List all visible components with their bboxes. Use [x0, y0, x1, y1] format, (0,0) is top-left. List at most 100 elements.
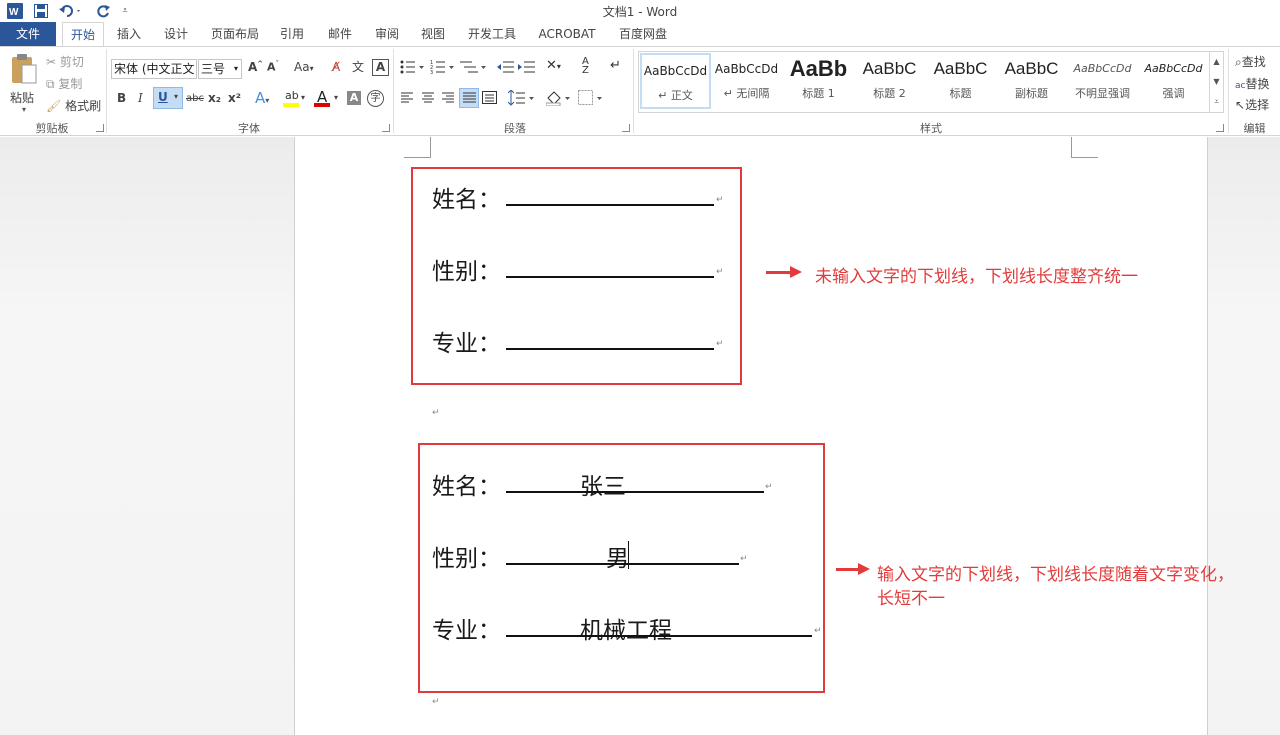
style-subtle-emphasis[interactable]: AaBbCcDd 不明显强调: [1067, 53, 1138, 109]
chevron-down-icon[interactable]: ▼: [1210, 72, 1223, 92]
copy-label: 复制: [58, 77, 83, 91]
strikethrough-button[interactable]: abc: [186, 93, 204, 104]
multilevel-list-icon[interactable]: [460, 59, 488, 75]
ribbon-tabs: 文件 开始 插入 设计 页面布局 引用 邮件 审阅 视图 开发工具 ACROBA…: [0, 22, 1280, 46]
field-label: 专业：: [432, 331, 501, 357]
text-effects-icon[interactable]: A▾: [255, 89, 269, 107]
tab-view[interactable]: 视图: [413, 22, 453, 46]
arrow-head-icon: [790, 266, 802, 278]
style-preview: AaBbC: [862, 59, 917, 78]
clear-formatting-icon[interactable]: A̸: [332, 60, 340, 74]
justify-icon[interactable]: [459, 88, 479, 108]
cut-label: 剪切: [59, 55, 84, 69]
tab-review[interactable]: 审阅: [367, 22, 407, 46]
character-border-icon[interactable]: A: [372, 59, 389, 76]
gender-underline[interactable]: [506, 563, 739, 565]
font-name-value: 宋体 (中文正文: [114, 62, 195, 76]
chinese-layout-icon[interactable]: ✕▾: [546, 58, 572, 76]
font-name-select[interactable]: 宋体 (中文正文: [111, 59, 197, 79]
increase-indent-icon[interactable]: [518, 59, 536, 75]
replace-button[interactable]: ac替换: [1235, 75, 1269, 92]
borders-icon[interactable]: [578, 90, 606, 106]
select-button[interactable]: ↖选择: [1235, 96, 1269, 113]
style-no-spacing[interactable]: AaBbCcDd ↵ 无间隔: [711, 53, 782, 109]
cut-button[interactable]: ✂ 剪切: [46, 53, 84, 70]
tab-references[interactable]: 引用: [272, 22, 312, 46]
subscript-button[interactable]: x₂: [208, 91, 221, 105]
style-title[interactable]: AaBbC 标题: [925, 53, 996, 109]
distributed-icon[interactable]: [482, 91, 498, 105]
align-center-icon[interactable]: [421, 91, 437, 105]
numbering-icon[interactable]: 123: [430, 59, 456, 76]
style-name: 标题 2: [873, 87, 906, 100]
paintbrush-icon: 🖌: [46, 99, 62, 113]
styles-scroll[interactable]: ▲ ▼ ⩡: [1209, 52, 1223, 112]
divider: [633, 49, 634, 133]
align-right-icon[interactable]: [441, 91, 457, 105]
gender-underline[interactable]: [506, 276, 714, 278]
styles-launcher-icon[interactable]: [1216, 124, 1224, 132]
paragraph-mark: ↵: [716, 267, 724, 277]
style-emphasis[interactable]: AaBbCcDd 强调: [1138, 53, 1209, 109]
tab-developer[interactable]: 开发工具: [460, 22, 524, 46]
style-heading-2[interactable]: AaBbC 标题 2: [854, 53, 925, 109]
paste-button[interactable]: 粘贴 ▾: [8, 53, 44, 117]
shrink-font-icon[interactable]: Aˇ: [267, 60, 279, 74]
replace-label: 替换: [1245, 77, 1270, 91]
tab-acrobat[interactable]: ACROBAT: [532, 22, 602, 46]
phonetic-guide-icon[interactable]: 文: [352, 58, 364, 75]
change-case-icon[interactable]: Aa▾: [294, 60, 314, 74]
font-launcher-icon[interactable]: [382, 124, 390, 132]
paragraph-mark: ↵: [740, 554, 748, 564]
tab-file[interactable]: 文件: [0, 22, 56, 46]
crop-mark: [404, 137, 431, 158]
tab-layout[interactable]: 页面布局: [204, 22, 266, 46]
tab-mailings[interactable]: 邮件: [320, 22, 360, 46]
italic-button[interactable]: I: [138, 91, 143, 105]
tab-design[interactable]: 设计: [156, 22, 196, 46]
superscript-button[interactable]: x²: [228, 91, 241, 105]
name-underline[interactable]: [506, 204, 714, 206]
copy-button[interactable]: ⧉ 复制: [46, 75, 82, 92]
style-preview: AaBbC: [933, 59, 988, 78]
paste-label: 粘贴: [10, 91, 35, 105]
tab-home[interactable]: 开始: [62, 22, 104, 46]
line-spacing-icon[interactable]: [507, 89, 536, 106]
bold-button[interactable]: B: [117, 91, 126, 105]
find-button[interactable]: ⌕查找: [1235, 53, 1266, 70]
bullets-icon[interactable]: [400, 59, 426, 75]
font-size-select[interactable]: 三号 ▾: [198, 59, 242, 79]
style-preview: AaBbCcDd: [643, 64, 708, 78]
grow-font-icon[interactable]: A^: [248, 60, 263, 74]
window-title: 文档1 - Word: [602, 5, 678, 19]
format-painter-button[interactable]: 🖌 格式刷: [46, 97, 101, 114]
style-heading-1[interactable]: AaBb 标题 1: [783, 53, 854, 109]
underline-button[interactable]: U ▾: [153, 87, 183, 109]
style-name: ↵ 无间隔: [723, 87, 770, 100]
font-color-icon[interactable]: A ▾: [314, 88, 340, 109]
clipboard-launcher-icon[interactable]: [96, 124, 104, 132]
paragraph-launcher-icon[interactable]: [622, 124, 630, 132]
annotation-note: 长短不一: [877, 589, 945, 609]
format-painter-label: 格式刷: [65, 99, 102, 113]
tab-insert[interactable]: 插入: [110, 22, 148, 46]
decrease-indent-icon[interactable]: [497, 59, 515, 75]
more-styles-icon[interactable]: ⩡: [1210, 92, 1223, 112]
sort-icon[interactable]: AZ: [582, 57, 600, 77]
major-underline[interactable]: [506, 635, 812, 637]
align-left-icon[interactable]: [400, 91, 416, 105]
style-subtitle[interactable]: AaBbC 副标题: [996, 53, 1067, 109]
shading-icon[interactable]: [545, 90, 574, 107]
name-underline[interactable]: [506, 491, 764, 493]
style-name: 强调: [1162, 87, 1185, 100]
chevron-up-icon[interactable]: ▲: [1210, 52, 1223, 72]
style-normal[interactable]: AaBbCcDd ↵ 正文: [640, 53, 711, 109]
chevron-down-icon[interactable]: ▾: [22, 105, 26, 114]
tab-baidu-netdisk[interactable]: 百度网盘: [610, 22, 676, 46]
font-group-label: 字体: [238, 122, 260, 135]
enclose-characters-icon[interactable]: 字: [367, 90, 384, 107]
character-shading-icon[interactable]: A: [347, 91, 361, 105]
highlight-icon[interactable]: ab ▾: [283, 89, 307, 109]
show-marks-icon[interactable]: ↵: [610, 58, 628, 76]
major-underline[interactable]: [506, 348, 714, 350]
